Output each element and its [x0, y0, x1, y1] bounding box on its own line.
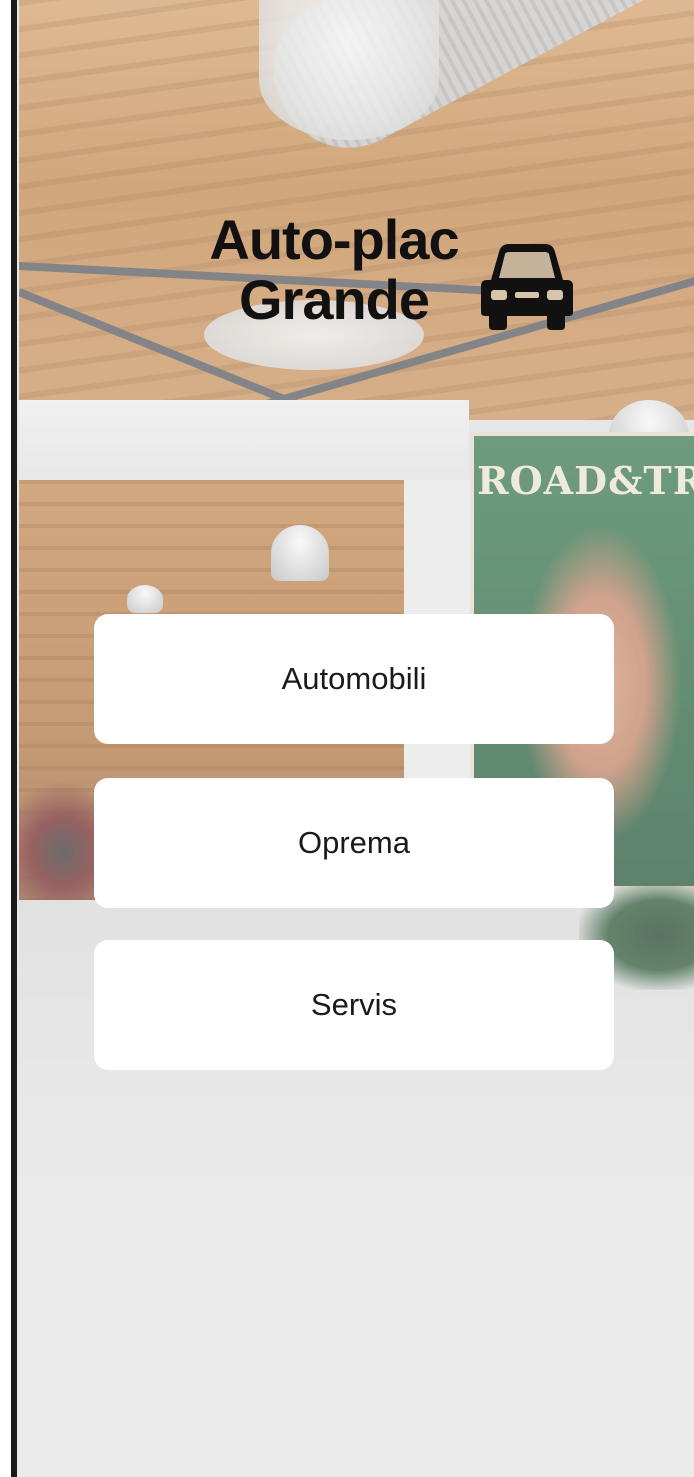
oprema-button[interactable]: Oprema	[94, 778, 614, 908]
app-title: Auto-plac Grande	[179, 210, 489, 330]
device-edge	[0, 0, 19, 1477]
main-menu: Automobili Oprema Servis	[94, 614, 614, 1104]
servis-button[interactable]: Servis	[94, 940, 614, 1070]
app-title-line2: Grande	[238, 268, 430, 331]
servis-button-label: Servis	[310, 987, 398, 1022]
app-frame: ROAD&TRACK Auto-plac Grande Automobi	[0, 0, 694, 1477]
home-screen: ROAD&TRACK Auto-plac Grande Automobi	[19, 0, 694, 1477]
automobili-button-label: Automobili	[281, 661, 427, 696]
app-title-line1: Auto-plac	[209, 208, 459, 271]
brand-header: Auto-plac Grande	[179, 210, 599, 360]
automobili-button[interactable]: Automobili	[94, 614, 614, 744]
oprema-button-label: Oprema	[298, 825, 410, 860]
car-icon	[481, 244, 573, 330]
